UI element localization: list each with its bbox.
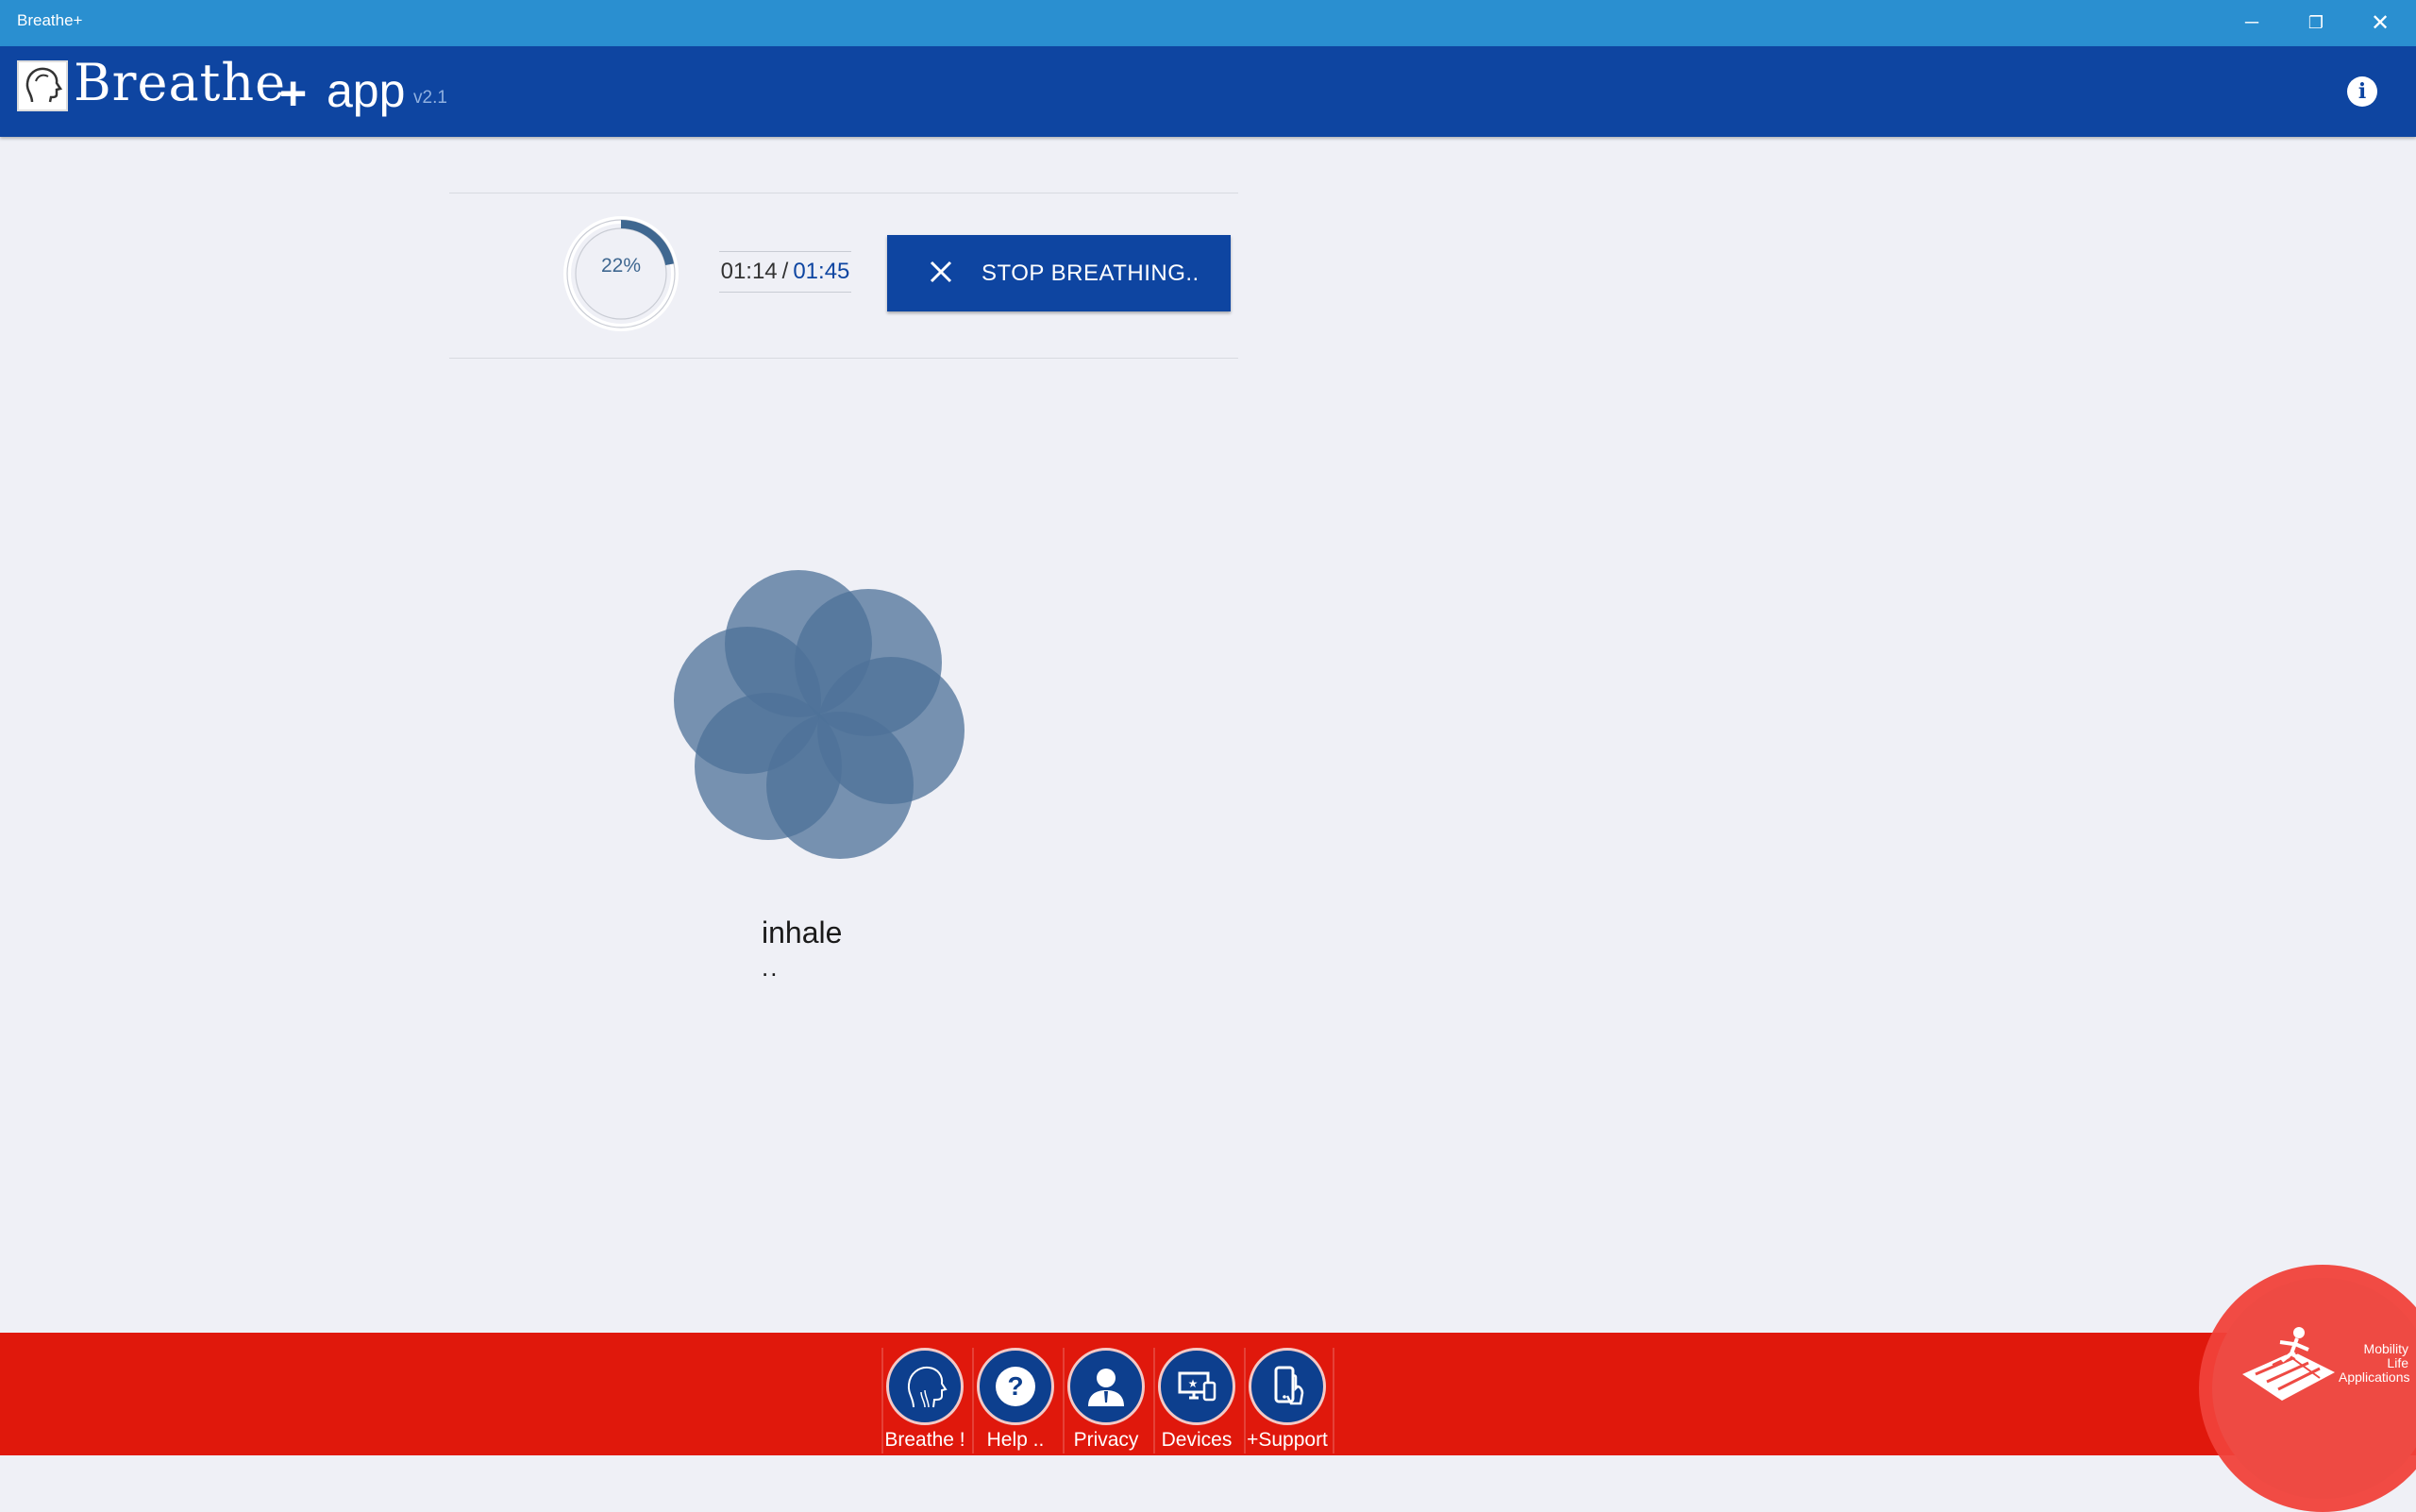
progress-label: 22% bbox=[600, 255, 642, 277]
close-window-button[interactable]: ✕ bbox=[2348, 0, 2412, 46]
session-timer: 01:14 / 01:45 bbox=[719, 251, 851, 293]
nav-privacy-label: Privacy bbox=[1073, 1429, 1139, 1451]
window-title-bar: Breathe+ ─ ❐ ✕ bbox=[0, 0, 2416, 46]
nav-help[interactable]: ? Help .. bbox=[971, 1348, 1060, 1453]
nav-breathe-label: Breathe ! bbox=[884, 1429, 965, 1451]
nav-devices[interactable]: ★ Devices bbox=[1152, 1348, 1241, 1453]
svg-text:★: ★ bbox=[1188, 1377, 1199, 1390]
flower-petal bbox=[674, 627, 821, 774]
elapsed-time: 01:14 bbox=[720, 259, 778, 284]
nav-support[interactable]: +Support bbox=[1243, 1348, 1332, 1453]
window-title: Breathe+ bbox=[17, 11, 83, 29]
svg-text:?: ? bbox=[1007, 1371, 1023, 1401]
nav-breathe[interactable]: Breathe ! bbox=[881, 1348, 969, 1453]
nav-support-label: +Support bbox=[1247, 1429, 1328, 1451]
question-icon: ? bbox=[977, 1348, 1054, 1425]
head-logo-icon bbox=[17, 60, 68, 111]
brand-badge-line: Applications bbox=[2339, 1369, 2410, 1385]
devices-icon: ★ bbox=[1158, 1348, 1235, 1425]
total-time: 01:45 bbox=[793, 259, 850, 284]
stop-breathing-label: STOP BREATHING.. bbox=[982, 260, 1200, 286]
maximize-button[interactable]: ❐ bbox=[2284, 0, 2348, 46]
close-icon bbox=[929, 258, 953, 290]
nav-help-label: Help .. bbox=[986, 1429, 1045, 1451]
breathing-flower bbox=[674, 570, 965, 859]
app-logo-plus: + bbox=[279, 67, 308, 120]
minimize-button[interactable]: ─ bbox=[2220, 0, 2284, 46]
person-icon bbox=[1067, 1348, 1145, 1425]
info-icon[interactable]: i bbox=[2347, 76, 2377, 107]
stop-breathing-button[interactable]: STOP BREATHING.. bbox=[887, 235, 1231, 311]
surfer-logo-icon bbox=[2242, 1327, 2335, 1401]
breathing-phase: inhale bbox=[762, 916, 843, 949]
brand-badge-line: Mobility bbox=[2363, 1341, 2408, 1356]
brand-badge-text: Mobility Life Applications bbox=[2339, 1341, 2410, 1385]
nav-devices-label: Devices bbox=[1161, 1429, 1233, 1451]
nav-divider bbox=[1333, 1348, 1334, 1453]
phone-touch-icon bbox=[1249, 1348, 1326, 1425]
time-separator: / bbox=[781, 259, 789, 284]
nav-privacy[interactable]: Privacy bbox=[1062, 1348, 1150, 1453]
app-logo-text: Breathe bbox=[74, 53, 287, 112]
breathing-dots: .. bbox=[762, 953, 780, 982]
brand-badge-line: Life bbox=[2387, 1355, 2408, 1370]
app-version: v2.1 bbox=[413, 88, 447, 108]
app-logo-app: app bbox=[327, 64, 406, 117]
head-profile-icon bbox=[886, 1348, 964, 1425]
